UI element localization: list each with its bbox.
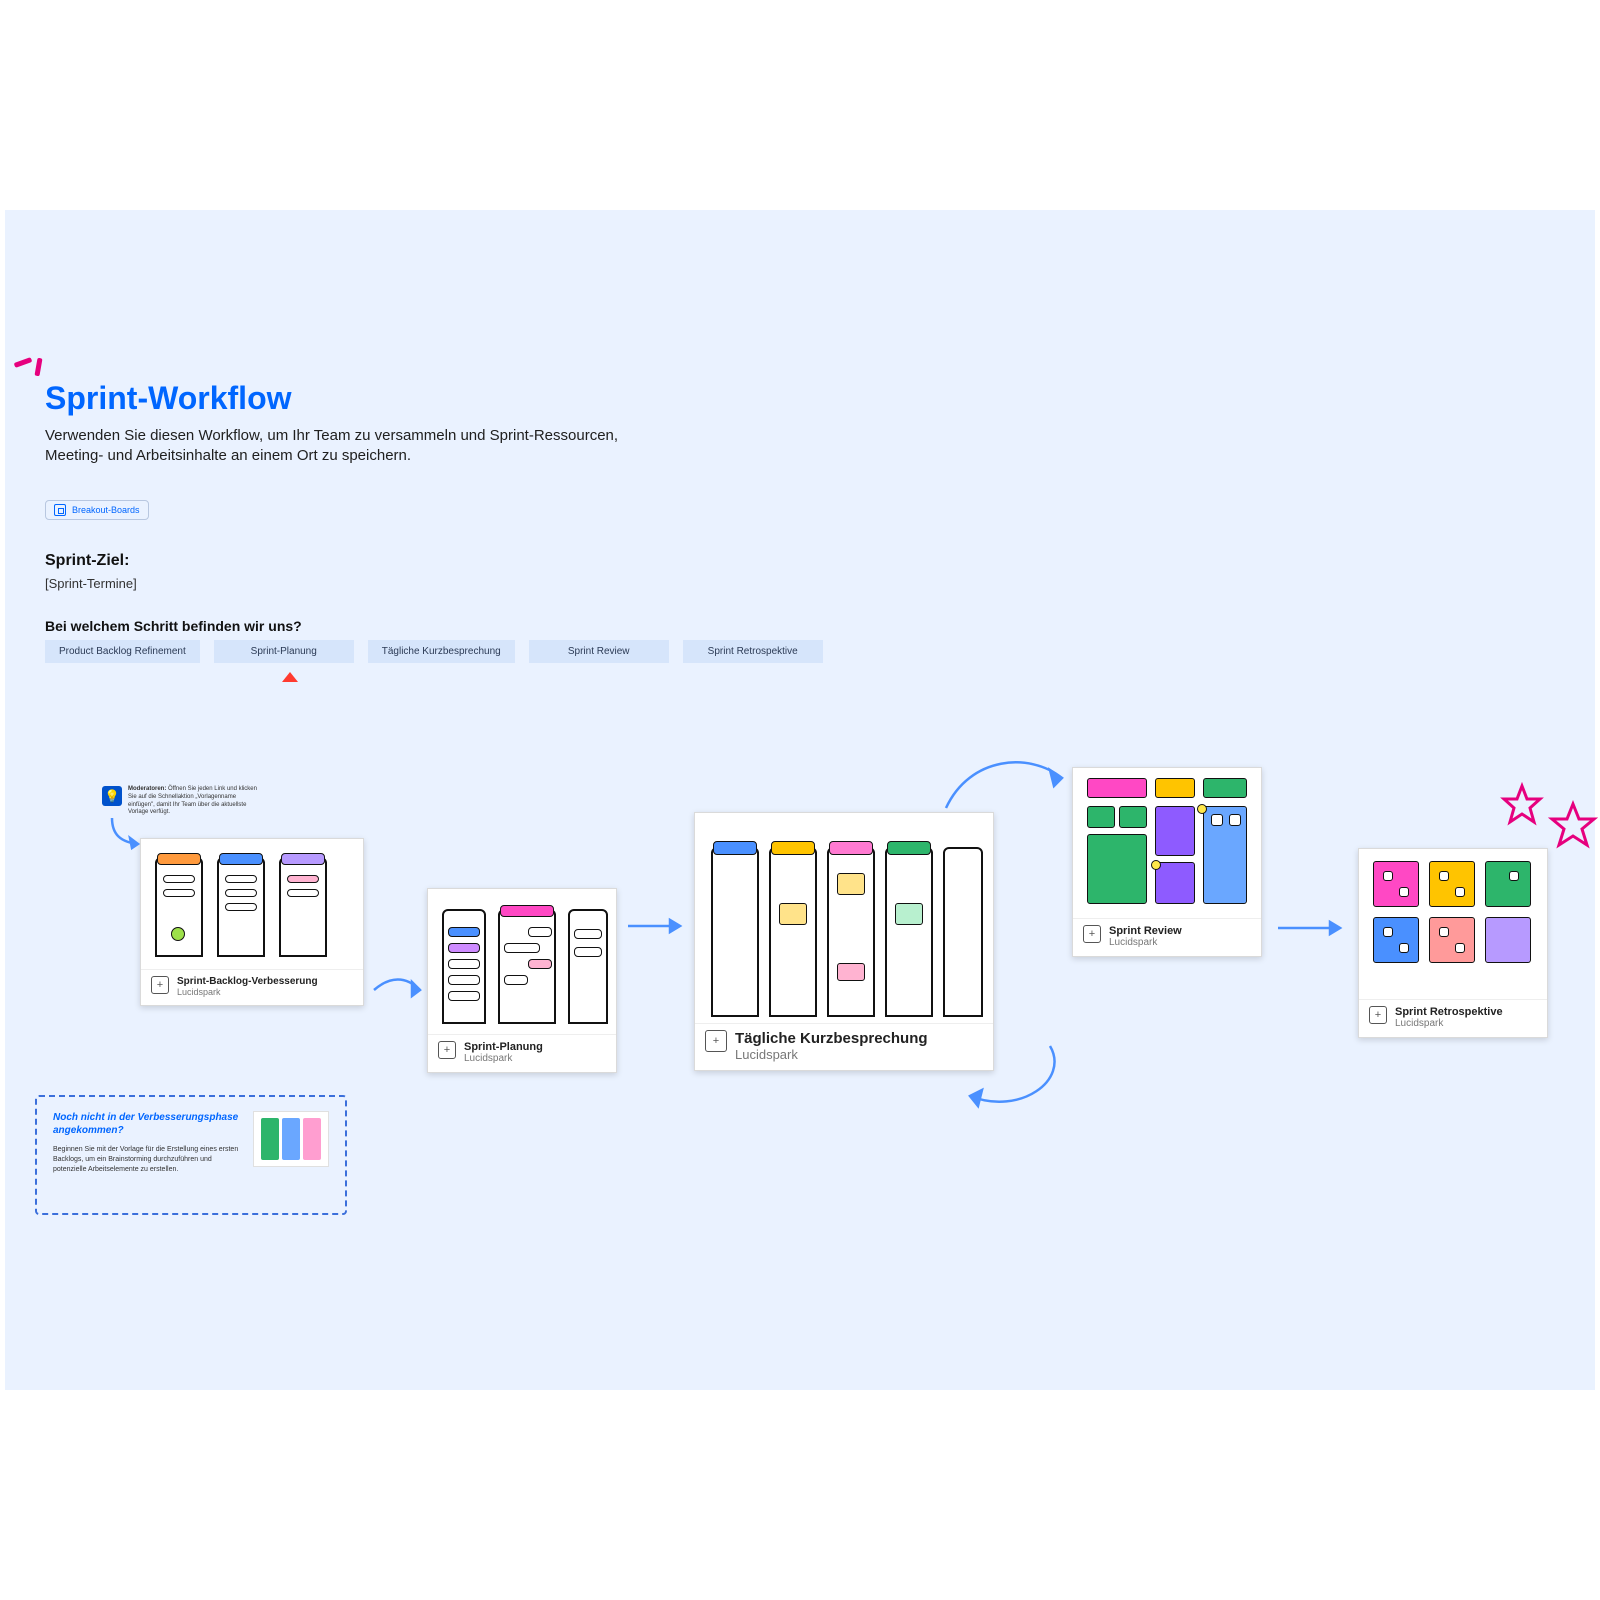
step-question: Bei welchem Schritt befinden wir uns? (45, 618, 302, 634)
lightbulb-icon: 💡 (102, 786, 122, 806)
arrow-card3-to-card4-icon (940, 748, 1070, 818)
card-planning-preview (428, 889, 616, 1034)
moderator-tip: 💡 Moderatoren: Öffnen Sie jeden Link und… (102, 786, 262, 817)
template-icon: + (438, 1041, 456, 1059)
breakout-boards-label: Breakout-Boards (72, 505, 140, 515)
step-backlog-refinement[interactable]: Product Backlog Refinement (45, 640, 200, 663)
star-icon (1500, 782, 1544, 826)
selected-step-marker-icon (282, 672, 298, 682)
card-daily-title: Tägliche Kurzbesprechung (735, 1030, 928, 1047)
card-retro-source: Lucidspark (1395, 1018, 1503, 1029)
card-planning-source: Lucidspark (464, 1053, 543, 1064)
template-icon: + (151, 976, 169, 994)
card-backlog-preview (141, 839, 363, 969)
card-backlog-source: Lucidspark (177, 987, 318, 997)
arrow-tip-to-card1-icon (108, 814, 148, 850)
card-backlog-title: Sprint-Backlog-Verbesserung (177, 976, 318, 987)
step-daily[interactable]: Tägliche Kurzbesprechung (368, 640, 515, 663)
breakout-boards-button[interactable]: Breakout-Boards (45, 500, 149, 520)
sprint-dates: [Sprint-Termine] (45, 576, 137, 591)
hint-title: Noch nicht in der Verbesserungsphase ang… (53, 1111, 241, 1137)
page-title: Sprint-Workflow (45, 380, 292, 417)
card-review-preview (1073, 768, 1261, 918)
card-review-source: Lucidspark (1109, 937, 1182, 948)
card-daily[interactable]: + Tägliche Kurzbesprechung Lucidspark (694, 812, 994, 1071)
card-review-title: Sprint Review (1109, 925, 1182, 937)
card-retro-title: Sprint Retrospektive (1395, 1006, 1503, 1018)
card-backlog[interactable]: + Sprint-Backlog-Verbesserung Lucidspark (140, 838, 364, 1006)
card-daily-preview (695, 813, 993, 1023)
step-review[interactable]: Sprint Review (529, 640, 669, 663)
card-daily-source: Lucidspark (735, 1047, 928, 1062)
arrow-card3-loop-icon (960, 1040, 1070, 1120)
steps-row: Product Backlog Refinement Sprint-Planun… (45, 640, 823, 663)
tip-text: Moderatoren: Öffnen Sie jeden Link und k… (128, 786, 262, 817)
boards-icon (54, 504, 66, 516)
hint-thumbnail (253, 1111, 329, 1167)
arrow-card1-to-card2-icon (370, 970, 426, 1010)
card-retro-preview (1359, 849, 1547, 999)
card-retro[interactable]: + Sprint Retrospektive Lucidspark (1358, 848, 1548, 1038)
card-planning-title: Sprint-Planung (464, 1041, 543, 1053)
hint-body: Beginnen Sie mit der Vorlage für die Ers… (53, 1145, 241, 1174)
arrow-card4-to-card5-icon (1274, 918, 1348, 938)
template-icon: + (705, 1030, 727, 1052)
hint-box: Noch nicht in der Verbesserungsphase ang… (35, 1095, 347, 1215)
page-subtitle: Verwenden Sie diesen Workflow, um Ihr Te… (45, 426, 665, 467)
tip-label: Moderatoren: (128, 786, 166, 792)
template-icon: + (1369, 1006, 1387, 1024)
star-icon (1548, 800, 1598, 850)
card-planning[interactable]: + Sprint-Planung Lucidspark (427, 888, 617, 1073)
template-icon: + (1083, 925, 1101, 943)
sprint-goal-label: Sprint-Ziel: (45, 552, 129, 570)
card-review[interactable]: + Sprint Review Lucidspark (1072, 767, 1262, 957)
step-retro[interactable]: Sprint Retrospektive (683, 640, 823, 663)
step-sprint-planung[interactable]: Sprint-Planung (214, 640, 354, 663)
arrow-card2-to-card3-icon (624, 916, 688, 936)
